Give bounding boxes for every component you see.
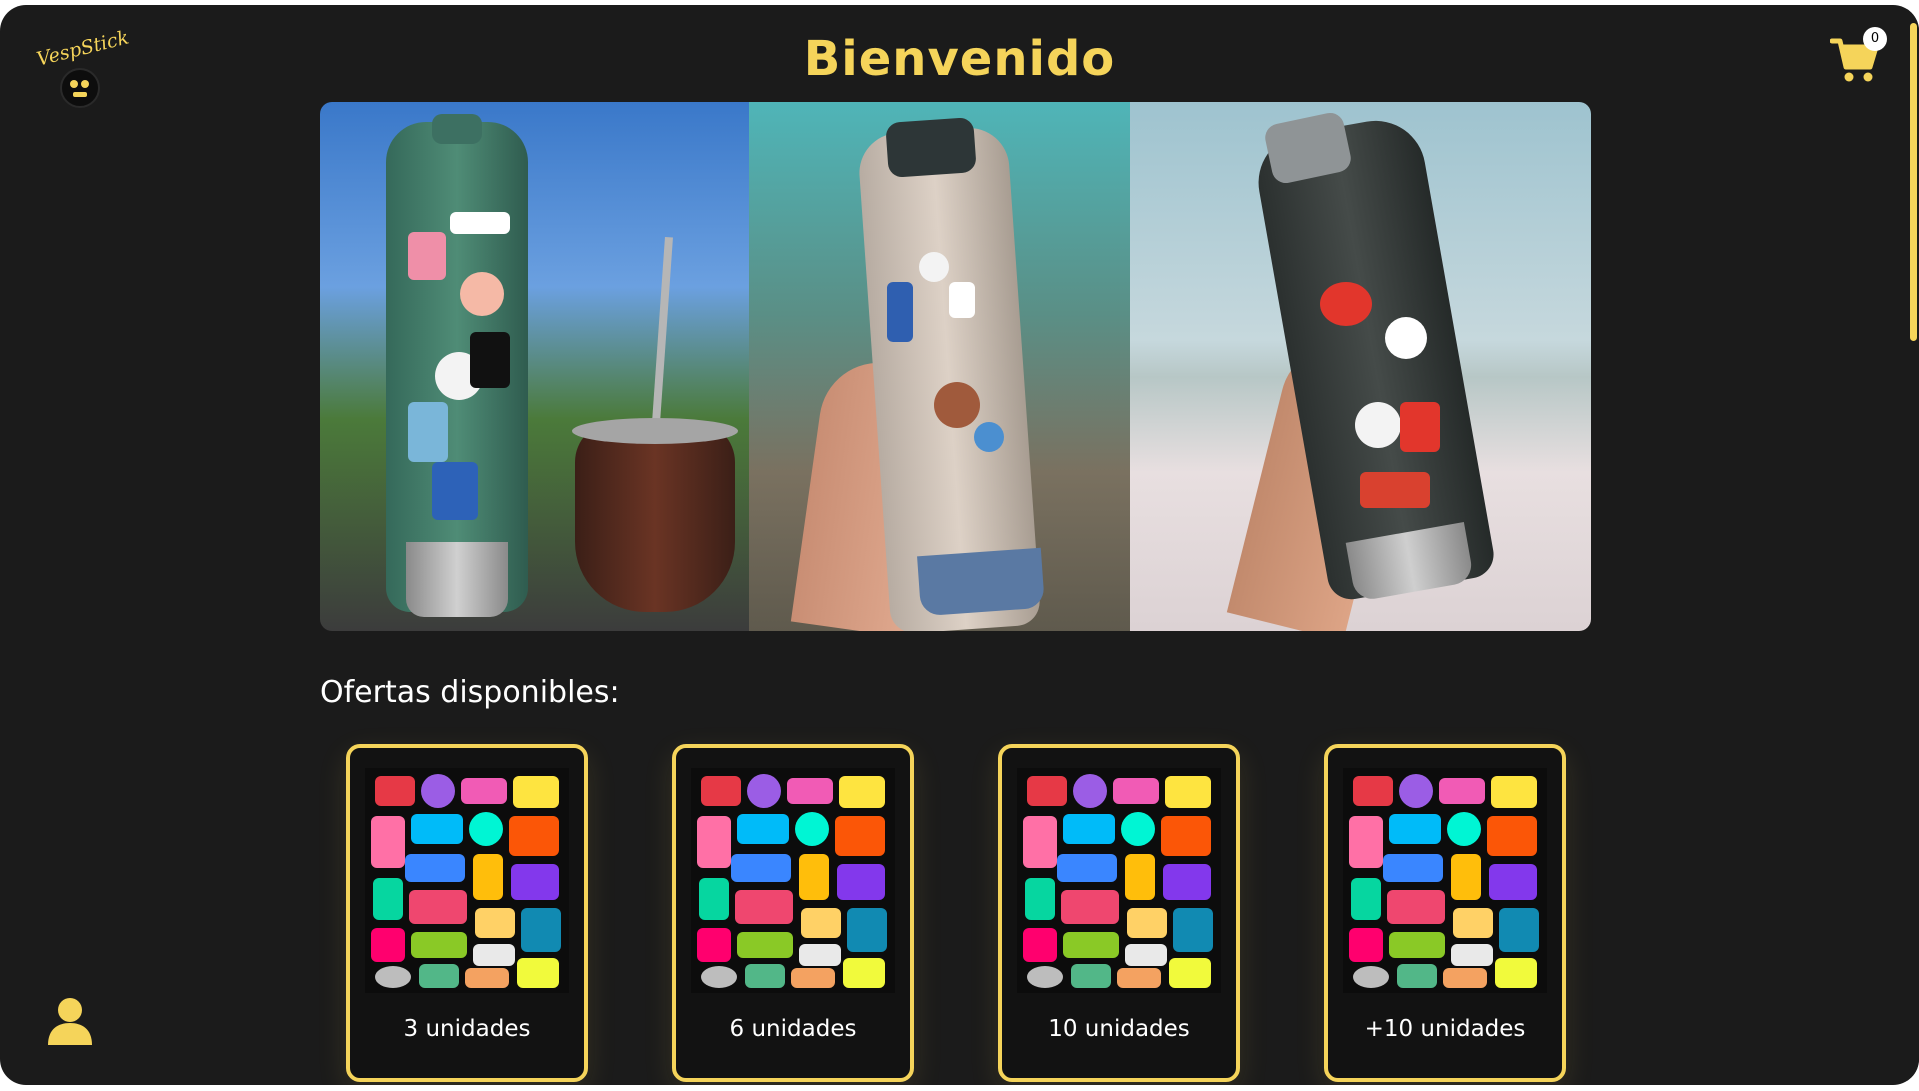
user-icon xyxy=(48,998,92,1045)
page-scrollbar[interactable] xyxy=(1907,5,1919,1085)
offer-sticker-pack-image xyxy=(1017,768,1221,993)
offers-heading: Ofertas disponibles: xyxy=(320,675,620,710)
hero-image-thermos-green xyxy=(320,102,749,631)
user-button[interactable] xyxy=(44,995,96,1047)
offer-label: 6 unidades xyxy=(729,1016,857,1042)
cart-count-badge: 0 xyxy=(1863,27,1887,51)
offer-sticker-pack-image xyxy=(691,768,895,993)
offer-sticker-pack-image xyxy=(1343,768,1547,993)
offer-card-3[interactable]: 3 unidades xyxy=(346,744,588,1082)
page-title: Bienvenido xyxy=(803,31,1116,87)
offer-card-6[interactable]: 6 unidades xyxy=(672,744,914,1082)
offer-label: 10 unidades xyxy=(1048,1016,1190,1042)
hero-image-bottle-black xyxy=(1130,102,1591,631)
offer-sticker-pack-image xyxy=(365,768,569,993)
offer-label: +10 unidades xyxy=(1364,1016,1526,1042)
hero-banner xyxy=(320,102,1591,631)
scrollbar-thumb[interactable] xyxy=(1910,23,1917,341)
offer-card-10[interactable]: 10 unidades xyxy=(998,744,1240,1082)
offer-card-10-plus[interactable]: +10 unidades xyxy=(1324,744,1566,1082)
offer-label: 3 unidades xyxy=(403,1016,531,1042)
hero-image-bottle-beige xyxy=(749,102,1130,631)
app-frame: VespStick Bienvenido 0 Ofertas disponibl… xyxy=(0,5,1919,1085)
